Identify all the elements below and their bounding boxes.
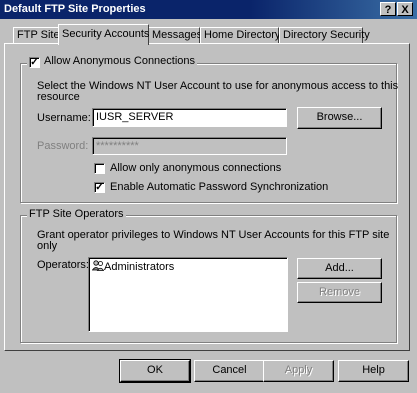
enable-sync-checkbox[interactable]: ✓ <box>94 182 105 193</box>
tab-home-directory-label: Home Directory <box>204 29 281 41</box>
allow-anonymous-checkbox[interactable]: ✓ <box>29 57 40 68</box>
password-field[interactable]: ********** <box>92 137 287 155</box>
ok-button[interactable]: OK <box>119 359 191 383</box>
operator-name: Administrators <box>104 261 175 273</box>
tab-messages-label: Messages <box>152 29 203 41</box>
anonymous-legend: ✓ Allow Anonymous Connections <box>27 55 198 69</box>
allow-only-anonymous-label: Allow only anonymous connections <box>110 162 282 174</box>
remove-operator-button[interactable]: Remove <box>297 282 382 303</box>
tab-directory-security-label: Directory Security <box>283 29 370 41</box>
list-item[interactable]: Administrators <box>91 260 284 275</box>
anonymous-description-line1: Select the Windows NT User Account to us… <box>37 80 399 92</box>
checkmark-icon: ✓ <box>95 182 104 193</box>
anonymous-description-line2: resource <box>37 91 80 103</box>
close-icon: X <box>401 4 409 16</box>
password-label: Password: <box>37 140 89 152</box>
checkmark-icon: ✓ <box>30 57 39 68</box>
user-group-icon <box>91 260 105 271</box>
operators-description-line1: Grant operator privileges to Windows NT … <box>37 229 390 241</box>
browse-button[interactable]: Browse... <box>297 107 382 129</box>
tab-ftp-site-label: FTP Site <box>17 29 60 41</box>
username-field[interactable]: IUSR_SERVER <box>92 108 287 127</box>
enable-sync-label: Enable Automatic Password Synchronizatio… <box>110 181 329 193</box>
operators-description-line2: only <box>37 240 58 252</box>
title-bar[interactable]: Default FTP Site Properties ? X <box>0 0 417 19</box>
tab-security-accounts-label: Security Accounts <box>62 28 150 40</box>
close-title-button[interactable]: X <box>397 2 413 16</box>
help-button[interactable]: Help <box>338 360 409 382</box>
apply-button[interactable]: Apply <box>263 360 334 382</box>
tab-messages[interactable]: Messages <box>148 27 203 43</box>
operators-legend: FTP Site Operators <box>27 208 126 220</box>
username-label: Username: <box>37 112 91 124</box>
tab-security-accounts[interactable]: Security Accounts <box>58 24 149 45</box>
window-title: Default FTP Site Properties <box>4 3 146 15</box>
tab-directory-security[interactable]: Directory Security <box>279 27 370 43</box>
allow-only-anonymous-checkbox[interactable] <box>94 163 105 174</box>
add-operator-button[interactable]: Add... <box>297 258 382 279</box>
help-icon: ? <box>384 4 392 16</box>
operators-label: Operators: <box>37 259 89 271</box>
tab-ftp-site[interactable]: FTP Site <box>13 27 60 43</box>
help-title-button[interactable]: ? <box>380 2 396 16</box>
cancel-button[interactable]: Cancel <box>194 360 265 382</box>
operators-list[interactable]: Administrators <box>88 257 288 332</box>
tab-home-directory[interactable]: Home Directory <box>200 27 281 43</box>
allow-anonymous-label: Allow Anonymous Connections <box>44 55 196 67</box>
